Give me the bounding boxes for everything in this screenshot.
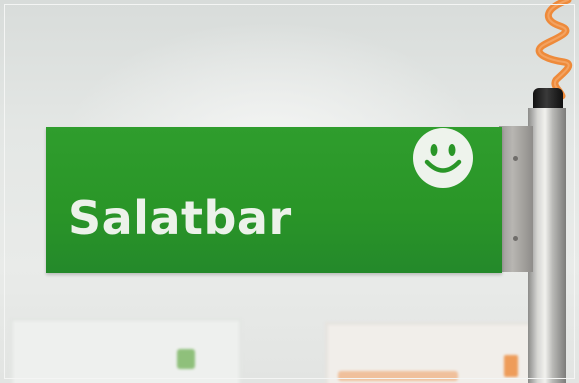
image-border	[4, 4, 575, 379]
photo-scene: Salatbar	[0, 0, 579, 383]
